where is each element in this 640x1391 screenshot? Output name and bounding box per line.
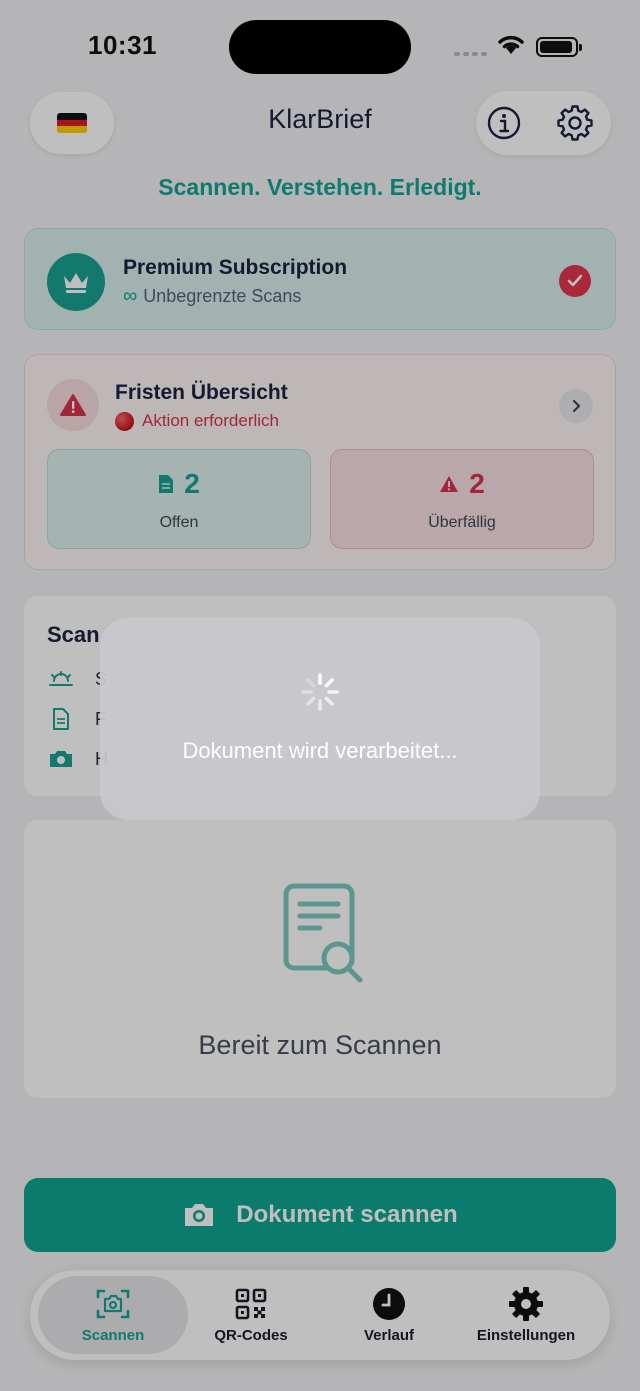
loading-message: Dokument wird verarbeitet... — [182, 738, 458, 763]
loading-hud: Dokument wird verarbeitet... — [100, 618, 540, 820]
loading-spinner-icon — [301, 673, 339, 711]
